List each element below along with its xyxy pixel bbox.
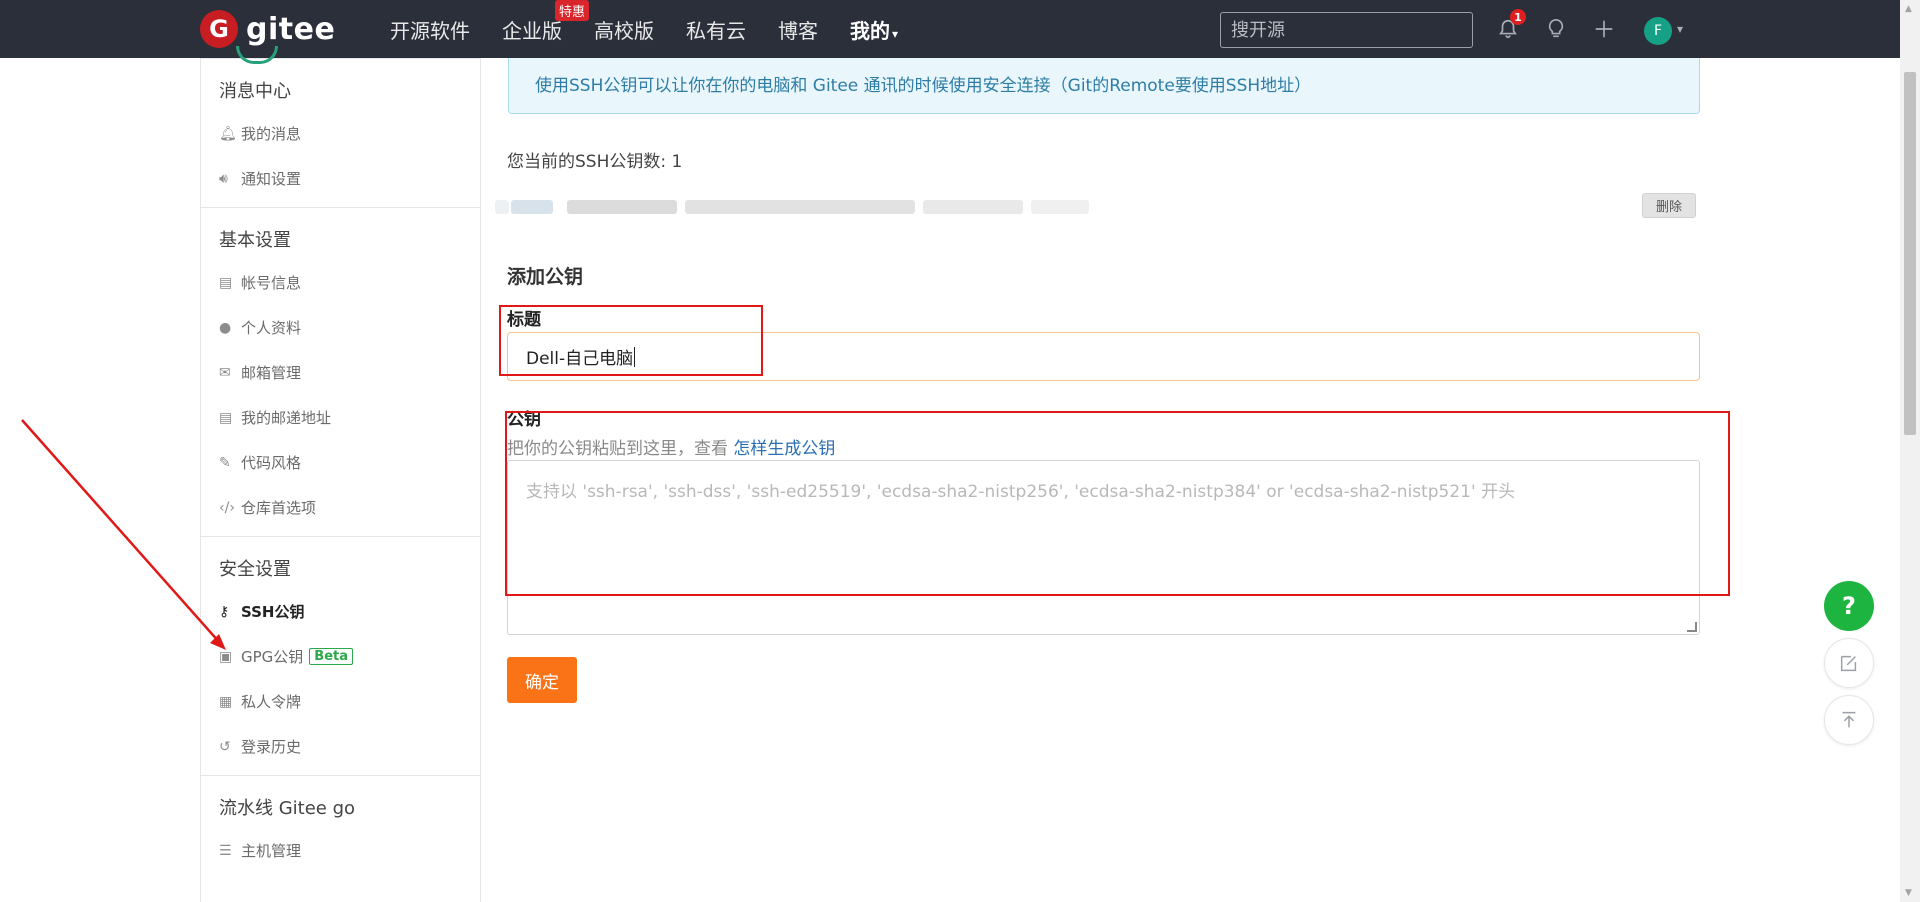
edit-icon [1840, 655, 1857, 672]
arrow-up-icon [1842, 711, 1856, 728]
feedback-button[interactable] [1824, 638, 1874, 688]
scroll-up-arrow-icon[interactable]: ▲ [1905, 4, 1912, 14]
annotation-arrow [21, 419, 226, 650]
scroll-down-arrow-icon[interactable]: ▼ [1905, 888, 1912, 898]
page-scrollbar[interactable]: ▲ ▼ [1900, 0, 1920, 902]
help-button[interactable]: ? [1824, 581, 1874, 631]
back-to-top-button[interactable] [1824, 695, 1874, 745]
scrollbar-thumb[interactable] [1904, 72, 1916, 435]
